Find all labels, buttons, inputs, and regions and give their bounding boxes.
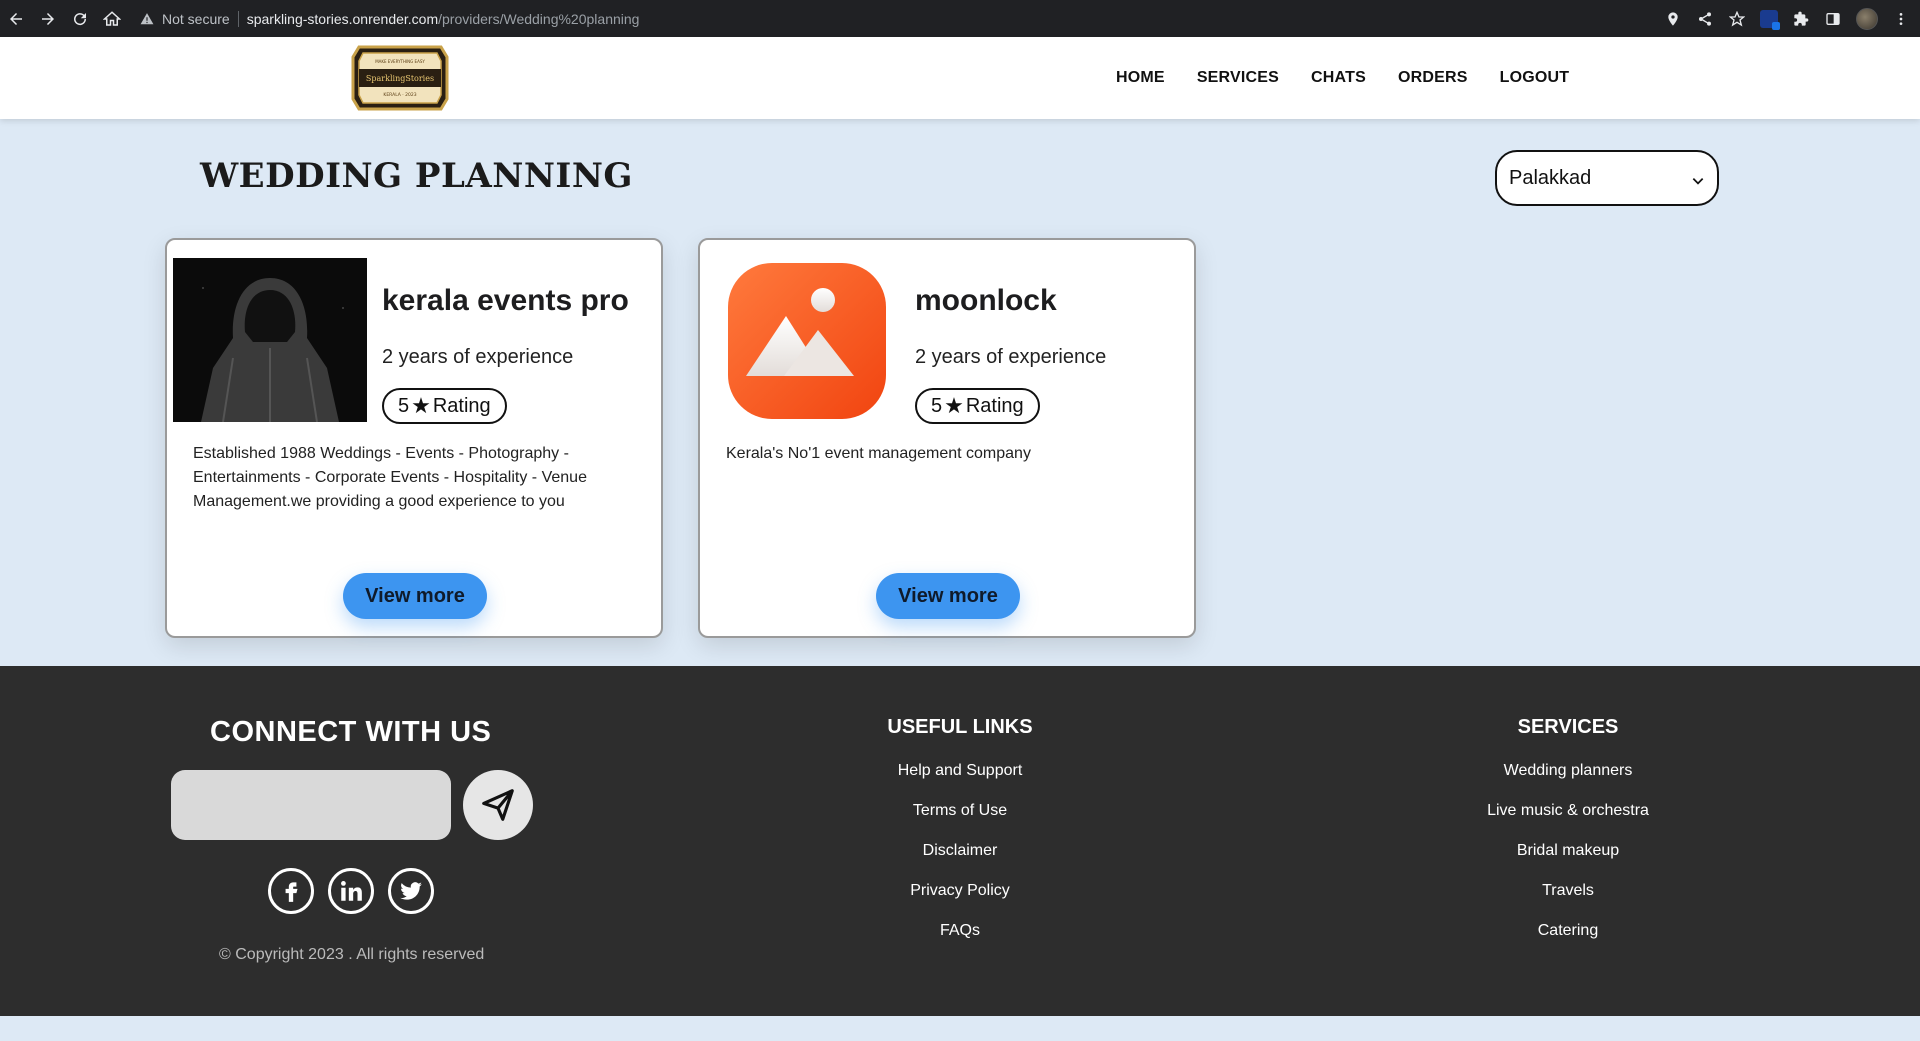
nav-logout[interactable]: LOGOUT [1500,69,1570,87]
nav-home[interactable]: HOME [1116,69,1165,87]
footer-service-travels[interactable]: Travels [1542,880,1594,902]
location-pin-icon[interactable] [1664,10,1682,28]
site-logo[interactable]: SparklingStories MAKE EVERYTHING EASY KE… [347,41,453,115]
url-host: sparkling-stories.onrender.com [246,10,439,27]
provider-description: Established 1988 Weddings - Events - Pho… [193,445,587,510]
browser-toolbar: Not secure sparkling-stories.onrender.co… [0,0,1920,37]
services-title: SERVICES [1517,716,1619,738]
browser-actions [1664,0,1910,37]
address-separator [237,10,239,27]
site-header: SparklingStories MAKE EVERYTHING EASY KE… [0,37,1920,119]
rating-value: 5 [931,394,943,417]
provider-card: moonlock 2 years of experience 5 ★ Ratin… [698,238,1196,638]
footer-service-catering[interactable]: Catering [1538,920,1598,942]
star-icon: ★ [411,393,431,418]
useful-links-title: USEFUL LINKS [887,716,1033,738]
twitter-icon[interactable] [388,868,434,914]
rating-value: 5 [398,394,410,417]
location-select[interactable]: Palakkad [1495,150,1719,206]
email-input[interactable] [171,770,451,840]
back-icon[interactable] [0,0,32,37]
forward-icon[interactable] [32,0,64,37]
view-more-button[interactable]: View more [876,573,1020,619]
logo-top-text: MAKE EVERYTHING EASY [375,59,425,64]
rating-label: Rating [965,394,1024,417]
connect-title: CONNECT WITH US [210,716,492,748]
provider-name: kerala events pro [382,284,629,317]
nav-chats[interactable]: CHATS [1311,69,1366,87]
provider-image [173,258,367,422]
provider-experience: 2 years of experience [382,346,574,368]
send-button[interactable] [463,770,533,840]
site-footer: CONNECT WITH US © Copyright 2023 . All r… [0,666,1920,1016]
share-icon[interactable] [1696,10,1714,28]
star-icon: ★ [944,393,964,418]
services-list: Wedding planners Live music & orchestra … [1418,760,1718,942]
image-placeholder-icon [706,258,900,422]
reload-icon[interactable] [64,0,96,37]
profile-avatar[interactable] [1856,7,1878,30]
linkedin-icon[interactable] [328,868,374,914]
footer-link-faqs[interactable]: FAQs [940,920,980,942]
rating-badge: 5 ★ Rating [382,388,507,424]
provider-name: moonlock [915,284,1057,317]
page-title: WEDDING PLANNING [200,156,633,196]
extension-badge-icon[interactable] [1760,9,1780,30]
nav-services[interactable]: SERVICES [1197,69,1279,87]
page-bottom-strip [0,1016,1920,1041]
location-select-value: Palakkad [1509,166,1592,189]
footer-service-wedding[interactable]: Wedding planners [1504,760,1633,782]
provider-experience: 2 years of experience [915,346,1107,368]
rating-label: Rating [432,394,491,417]
rating-badge: 5 ★ Rating [915,388,1040,424]
logo-bottom-text: KERALA · 2023 [383,92,416,98]
home-icon[interactable] [96,0,128,37]
facebook-icon[interactable] [268,868,314,914]
warning-icon [140,12,154,26]
copyright-text: © Copyright 2023 . All rights reserved [219,946,485,963]
footer-service-makeup[interactable]: Bridal makeup [1517,840,1619,862]
bookmark-star-icon[interactable] [1728,10,1746,28]
puzzle-icon[interactable] [1792,10,1810,28]
menu-dots-icon[interactable] [1892,10,1910,28]
nav-orders[interactable]: ORDERS [1398,69,1468,87]
side-panel-icon[interactable] [1824,10,1842,28]
paper-plane-icon [482,789,514,821]
footer-link-terms[interactable]: Terms of Use [913,800,1007,822]
main-nav: HOME SERVICES CHATS ORDERS LOGOUT [1116,37,1569,119]
useful-links-list: Help and Support Terms of Use Disclaimer… [810,760,1110,942]
footer-service-music[interactable]: Live music & orchestra [1487,800,1649,822]
chevron-down-icon [1691,171,1705,185]
logo-brand-text: SparklingStories [366,74,434,83]
view-more-button[interactable]: View more [343,573,487,619]
not-secure-label: Not secure [162,10,230,27]
address-bar[interactable]: Not secure sparkling-stories.onrender.co… [140,5,639,33]
footer-link-disclaimer[interactable]: Disclaimer [923,840,998,862]
footer-link-privacy[interactable]: Privacy Policy [910,880,1010,902]
provider-card: kerala events pro 2 years of experience … [165,238,663,638]
provider-description: Kerala's No'1 event management company [726,445,1031,462]
url-path: /providers/Wedding%20planning [438,10,640,27]
footer-link-help[interactable]: Help and Support [898,760,1023,782]
